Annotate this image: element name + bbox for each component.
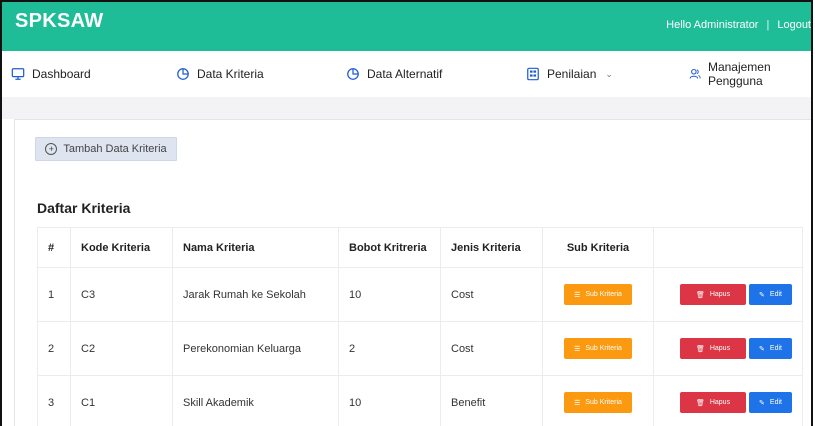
pencil-icon: ✎ [759,399,765,407]
edit-button[interactable]: ✎ Edit [749,284,792,305]
cell-kode: C1 [70,375,173,426]
logout-link[interactable]: Logout [777,19,811,31]
nav-data-kriteria-label: Data Kriteria [197,67,264,81]
nav-penilaian[interactable]: Penilaian ⌄ [526,51,613,97]
plus-circle-icon: + [45,143,58,155]
pencil-icon: ✎ [759,345,765,353]
delete-label: Hapus [709,291,731,298]
delete-button[interactable]: 🗑 Hapus [680,284,746,305]
nav-data-kriteria[interactable]: Data Kriteria [176,51,264,97]
edit-label: Edit [769,399,782,406]
add-kriteria-button[interactable]: + Tambah Data Kriteria [35,137,177,161]
table-row: 3 C1 Skill Akademik 10 Benefit ☰ Sub Kri… [37,375,803,426]
list-icon: ☰ [574,345,581,353]
greeting-text: Hello Administrator [666,18,759,31]
top-header: SPKSAW Hello Administrator | Logout [2,2,811,51]
main-content: + Tambah Data Kriteria Daftar Kriteria #… [14,119,811,426]
nav-data-alternatif[interactable]: Data Alternatif [346,51,442,97]
cell-jenis: Cost [440,267,543,322]
col-header-number: # [37,227,71,268]
col-header-nama: Nama Kriteria [172,227,339,268]
chart-pie-icon [347,68,359,80]
cell-number: 2 [37,321,71,376]
sub-kriteria-button[interactable]: ☰ Sub Kriteria [564,338,632,359]
user-menu: Hello Administrator | Logout [666,19,811,31]
nav-penilaian-label: Penilaian [547,67,597,81]
col-header-actions [653,227,803,268]
sub-kriteria-label: Sub Kriteria [585,291,622,298]
calculator-icon [527,67,539,81]
cell-nama: Jarak Rumah ke Sekolah [172,267,339,322]
list-icon: ☰ [574,291,581,299]
sub-kriteria-button[interactable]: ☰ Sub Kriteria [564,284,632,305]
delete-label: Hapus [709,345,731,352]
table-row: 2 C2 Perekonomian Keluarga 2 Cost ☰ Sub … [37,321,803,376]
trash-icon: 🗑 [695,345,705,353]
edit-button[interactable]: ✎ Edit [749,392,792,413]
app-window: SPKSAW Hello Administrator | Logout Dash… [0,0,813,426]
nav-dashboard-label: Dashboard [32,67,91,81]
cell-number: 1 [37,267,71,322]
delete-label: Hapus [709,399,731,406]
sub-kriteria-label: Sub Kriteria [585,399,622,406]
col-header-bobot: Bobot Kritreria [338,227,441,268]
nav-dashboard[interactable]: Dashboard [11,51,91,97]
delete-button[interactable]: 🗑 Hapus [680,338,746,359]
separator: | [766,18,770,31]
users-icon [689,68,701,79]
page-spacer [2,97,811,119]
cell-kode: C3 [70,267,173,322]
pencil-icon: ✎ [759,291,765,299]
cell-nama: Skill Akademik [172,375,339,426]
main-nav: Dashboard Data Kriteria Data Alternatif [2,51,811,98]
edit-label: Edit [769,345,782,352]
cell-sub: ☰ Sub Kriteria [542,267,654,322]
cell-kode: C2 [70,321,173,376]
cell-bobot: 2 [338,321,441,376]
page-title: Daftar Kriteria [37,200,131,216]
cell-actions: 🗑 Hapus ✎ Edit [653,267,803,322]
cell-jenis: Cost [440,321,543,376]
sub-kriteria-label: Sub Kriteria [585,345,622,352]
cell-sub: ☰ Sub Kriteria [542,321,654,376]
nav-manajemen-pengguna-label: Manajemen Pengguna [707,60,771,88]
add-kriteria-label: Tambah Data Kriteria [63,143,167,155]
nav-data-alternatif-label: Data Alternatif [367,67,443,81]
cell-nama: Perekonomian Keluarga [172,321,339,376]
col-header-kode: Kode Kriteria [70,227,173,268]
table-header-row: # Kode Kriteria Nama Kriteria Bobot Krit… [37,227,803,268]
trash-icon: 🗑 [695,291,705,299]
brand-logo[interactable]: SPKSAW [15,10,103,33]
monitor-icon [11,68,25,80]
edit-label: Edit [769,291,782,298]
cell-jenis: Benefit [440,375,543,426]
sub-kriteria-button[interactable]: ☰ Sub Kriteria [564,392,632,413]
delete-button[interactable]: 🗑 Hapus [680,392,746,413]
table-row: 1 C3 Jarak Rumah ke Sekolah 10 Cost ☰ Su… [37,267,803,322]
trash-icon: 🗑 [695,399,705,407]
edit-button[interactable]: ✎ Edit [749,338,792,359]
cell-actions: 🗑 Hapus ✎ Edit [653,375,803,426]
cell-number: 3 [37,375,71,426]
kriteria-table: # Kode Kriteria Nama Kriteria Bobot Krit… [37,227,803,426]
chart-pie-icon [177,68,189,80]
col-header-sub: Sub Kriteria [542,227,654,268]
list-icon: ☰ [574,399,581,407]
cell-sub: ☰ Sub Kriteria [542,375,654,426]
col-header-jenis: Jenis Kriteria [440,227,543,268]
cell-actions: 🗑 Hapus ✎ Edit [653,321,803,376]
cell-bobot: 10 [338,267,441,322]
chevron-down-icon: ⌄ [605,68,613,79]
cell-bobot: 10 [338,375,441,426]
nav-manajemen-pengguna[interactable]: Manajemen Pengguna [689,51,811,97]
